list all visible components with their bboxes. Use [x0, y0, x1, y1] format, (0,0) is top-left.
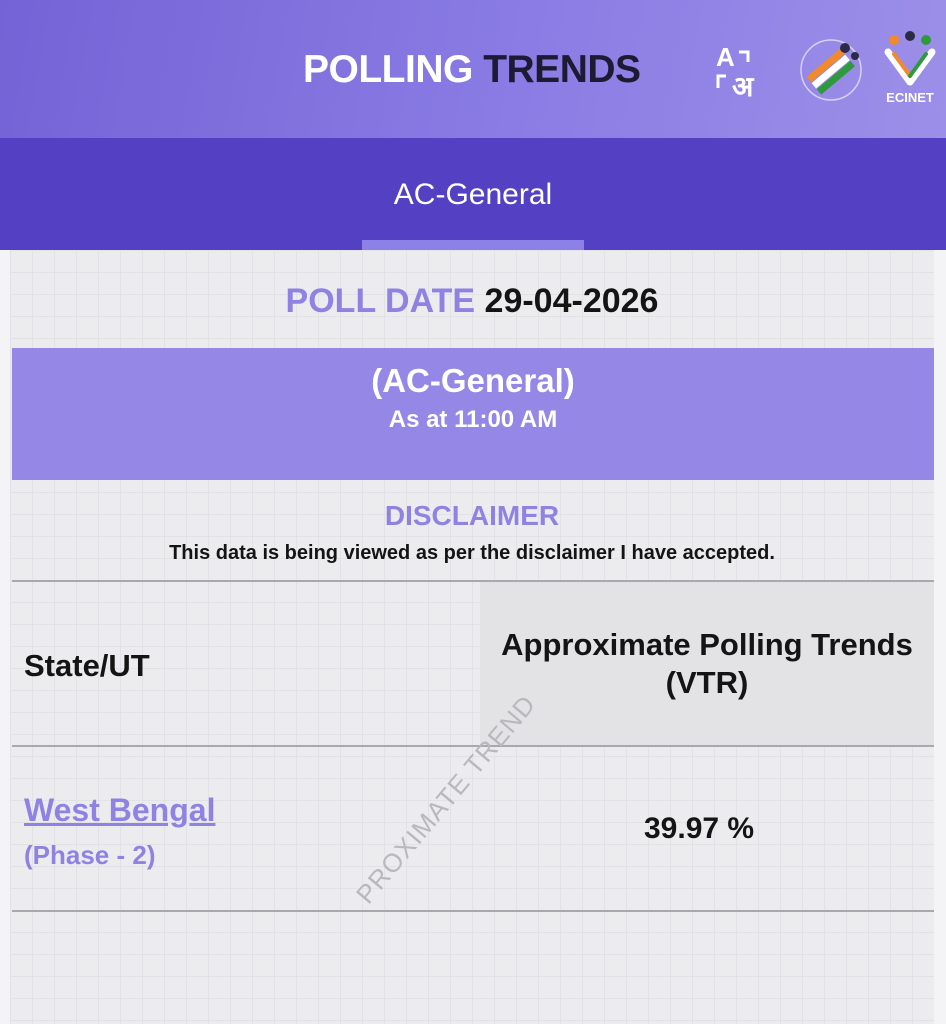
poll-date-value: 29-04-2026	[484, 282, 659, 320]
trend-header-line2: (VTR)	[665, 665, 749, 700]
tab-bar: AC-General	[0, 138, 946, 250]
tab-ac-general[interactable]: AC-General	[362, 138, 584, 250]
title-polling: POLLING	[303, 48, 473, 91]
state-link-west-bengal[interactable]: West Bengal	[24, 792, 215, 829]
ecinet-logo-text: ECINET	[886, 90, 934, 105]
trend-header-line1: Approximate Polling Trends	[501, 627, 913, 662]
poll-date: POLL DATE 29-04-2026	[10, 282, 934, 321]
svg-text:A: A	[716, 42, 735, 72]
svg-text:अ: अ	[732, 70, 755, 102]
election-banner: (AC-General) As at 11:00 AM	[12, 348, 934, 480]
language-toggle-icon[interactable]: A अ	[714, 40, 776, 102]
active-tab-indicator	[362, 240, 584, 250]
title-trends: TRENDS	[483, 48, 641, 91]
table-divider	[12, 910, 934, 912]
banner-timestamp: As at 11:00 AM	[388, 406, 558, 433]
banner-title: (AC-General)	[371, 362, 575, 399]
content-area: POLL DATE 29-04-2026 (AC-General) As at …	[10, 250, 934, 1024]
voting-flag-icon	[800, 39, 862, 101]
disclaimer-text: This data is being viewed as per the dis…	[169, 542, 775, 564]
disclaimer-title: DISCLAIMER	[384, 500, 560, 531]
watermark: PROXIMATE TREND	[350, 688, 542, 910]
state-phase: (Phase - 2)	[24, 840, 156, 870]
vtr-value: 39.97 %	[644, 812, 755, 845]
ecinet-logo: ECINET	[884, 31, 936, 105]
state-column-header: State/UT	[24, 648, 150, 683]
poll-date-label: POLL DATE	[285, 282, 476, 320]
tab-label: AC-General	[393, 178, 553, 211]
page-title: POLLING TRENDS	[303, 48, 641, 92]
trend-column-header: Approximate Polling Trends (VTR)	[480, 626, 934, 702]
app-header: POLLING TRENDS A अ ECINET	[0, 0, 946, 138]
